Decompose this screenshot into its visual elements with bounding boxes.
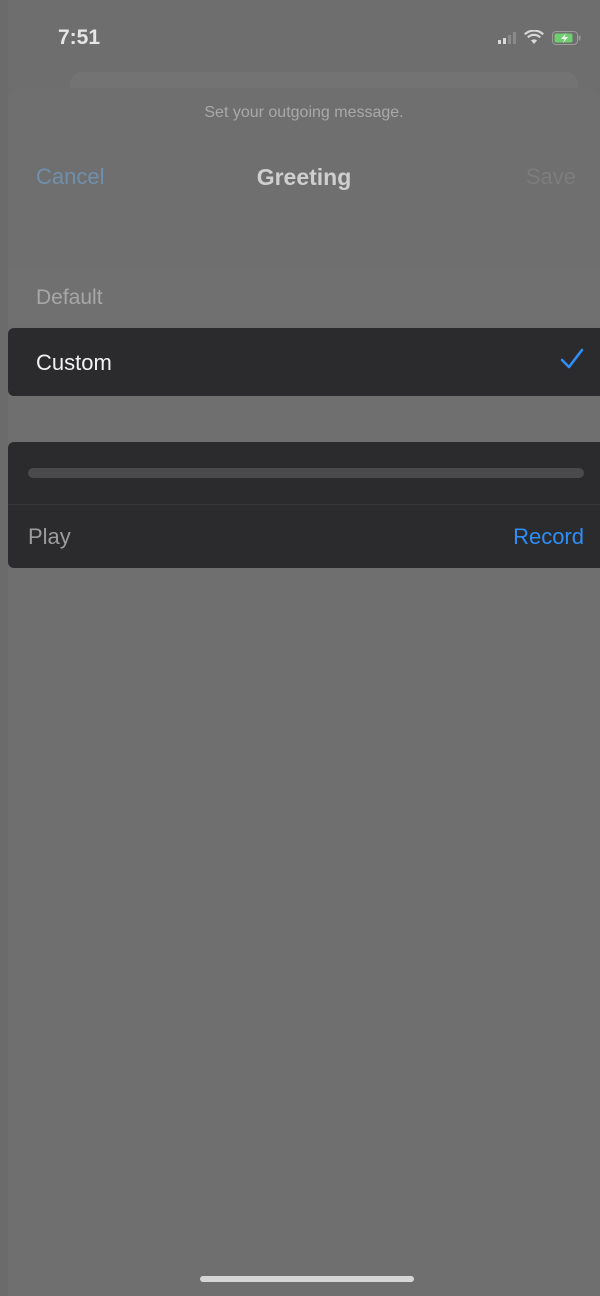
page-title: Greeting (256, 164, 352, 190)
play-button[interactable]: Play (28, 524, 71, 550)
sheet-prompt: Set your outgoing message. (204, 104, 404, 121)
cellular-signal-icon (498, 31, 516, 44)
record-button[interactable]: Record (513, 524, 584, 550)
status-time: 7:51 (58, 26, 101, 49)
recording-panel: Play Record (8, 442, 600, 568)
option-custom-label: Custom (36, 350, 112, 375)
status-bar: 7:51 (8, 0, 600, 80)
greeting-sheet: Set your outgoing message. Cancel Greeti… (8, 88, 600, 1296)
save-button[interactable]: Save (526, 164, 576, 190)
wifi-icon (524, 30, 544, 45)
option-custom[interactable]: Custom (8, 328, 600, 396)
option-default-label: Default (36, 286, 103, 309)
status-icons (498, 30, 582, 45)
home-indicator[interactable] (200, 1276, 414, 1282)
checkmark-icon (560, 348, 584, 375)
panel-divider (8, 504, 600, 505)
option-default[interactable]: Default (8, 268, 600, 328)
recording-progress-bar[interactable] (28, 468, 584, 478)
battery-charging-icon (552, 30, 582, 45)
greeting-screen: 7:51 Set your outgoing message. Cancel G… (8, 0, 600, 1296)
nav-bar: Cancel Greeting Save (8, 162, 600, 198)
